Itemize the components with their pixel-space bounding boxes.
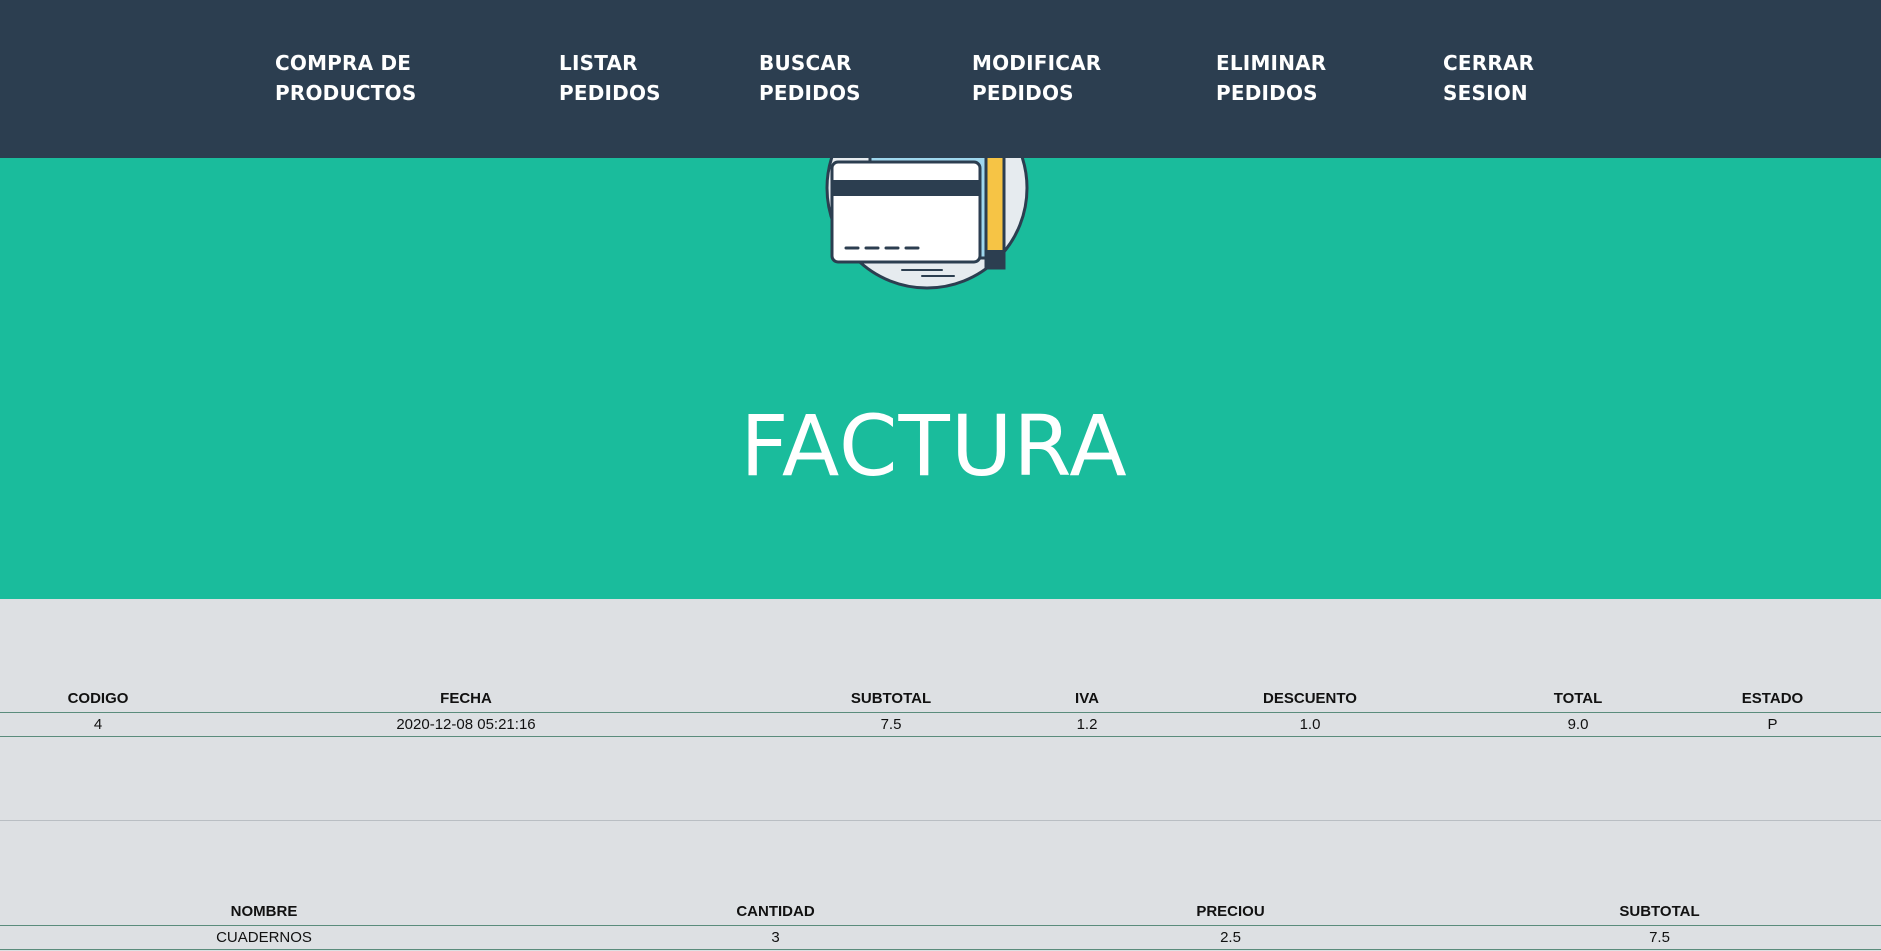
column-header-codigo: CODIGO [67,690,129,708]
nav-cerrar-sesion[interactable]: CERRAR SESION [1443,48,1534,108]
items-table: NOMBRE CANTIDAD PRECIOU SUBTOTAL CUADERN… [0,899,1881,950]
column-header-cantidad: CANTIDAD [736,903,815,921]
table-header-row: CODIGO FECHA SUBTOTAL IVA DESCUENTO TOTA… [0,686,1881,712]
page-title: FACTURA [740,397,1128,495]
section-divider [0,820,1881,821]
cell-iva: 1.2 [1076,715,1098,733]
table-header-row: NOMBRE CANTIDAD PRECIOU SUBTOTAL [0,899,1881,925]
cell-total: 9.0 [1567,715,1589,733]
nav-label-line2: PEDIDOS [972,81,1074,105]
column-header-iva: IVA [1075,690,1099,708]
column-header-subtotal: SUBTOTAL [1619,903,1700,921]
credit-card-icon [825,158,1029,290]
column-header-estado: ESTADO [1741,690,1804,708]
cell-fecha: 2020-12-08 05:21:16 [396,715,536,733]
cell-cantidad: 3 [771,928,780,946]
nav-label-line1: BUSCAR [759,51,852,75]
nav-buscar-pedidos[interactable]: BUSCAR PEDIDOS [759,48,861,108]
top-navbar: COMPRA DE PRODUCTOS LISTAR PEDIDOS BUSCA… [0,0,1881,158]
nav-label-line1: LISTAR [559,51,638,75]
nav-label-line1: MODIFICAR [972,51,1102,75]
table-row: 4 2020-12-08 05:21:16 7.5 1.2 1.0 9.0 P [0,712,1881,736]
hero-banner: FACTURA [0,158,1881,599]
column-header-nombre: NOMBRE [230,903,298,921]
nav-label-line1: COMPRA DE [275,51,412,75]
column-header-subtotal: SUBTOTAL [850,690,932,708]
cell-subtotal: 7.5 [880,715,902,733]
nav-label-line2: PEDIDOS [559,81,661,105]
nav-modificar-pedidos[interactable]: MODIFICAR PEDIDOS [972,48,1101,108]
nav-label-line1: CERRAR [1443,51,1535,75]
column-header-preciou: PRECIOU [1196,903,1265,921]
nav-label-line1: ELIMINAR [1216,51,1327,75]
nav-label-line2: SESION [1443,81,1528,105]
column-header-total: TOTAL [1553,690,1603,708]
column-header-fecha: FECHA [440,690,492,708]
cell-estado: P [1767,715,1778,733]
cell-nombre: CUADERNOS [216,928,312,946]
table-row: CUADERNOS 3 2.5 7.5 [0,925,1881,949]
cell-subtotal: 7.5 [1649,928,1670,946]
nav-label-line2: PRODUCTOS [275,81,417,105]
nav-compra-productos[interactable]: COMPRA DE PRODUCTOS [275,48,416,108]
nav-label-line2: PEDIDOS [759,81,861,105]
cell-codigo: 4 [93,715,103,733]
nav-listar-pedidos[interactable]: LISTAR PEDIDOS [559,48,661,108]
nav-eliminar-pedidos[interactable]: ELIMINAR PEDIDOS [1216,48,1326,108]
cell-descuento: 1.0 [1299,715,1321,733]
cell-preciou: 2.5 [1220,928,1241,946]
nav-label-line2: PEDIDOS [1216,81,1318,105]
column-header-descuento: DESCUENTO [1263,690,1357,708]
order-table: CODIGO FECHA SUBTOTAL IVA DESCUENTO TOTA… [0,686,1881,737]
